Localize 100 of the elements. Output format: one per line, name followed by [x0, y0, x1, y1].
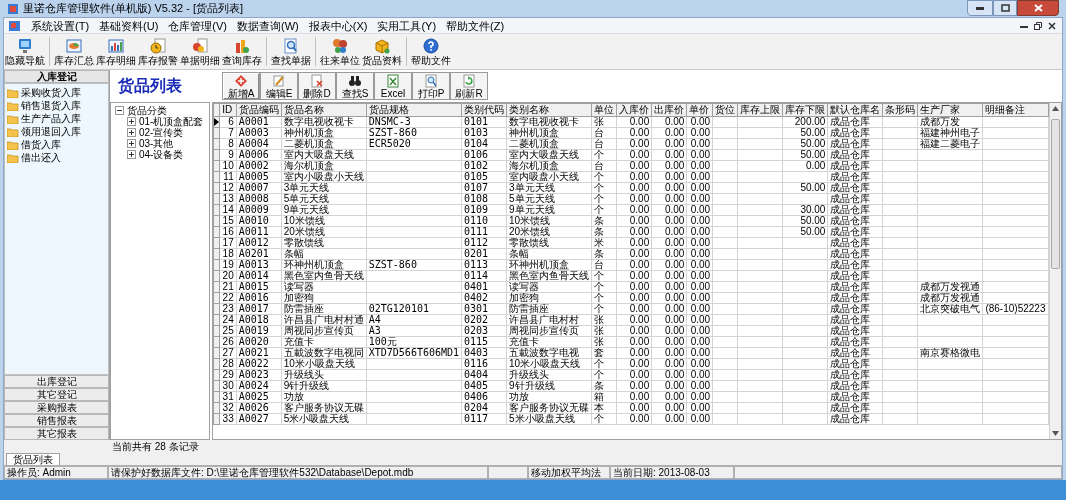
toolbar-button[interactable]: 帮助文件 [410, 34, 452, 69]
column-header[interactable]: 货品编码 [236, 103, 282, 117]
table-cell: 环神州机顶盒 [506, 259, 592, 271]
tree-node[interactable]: 03-其他 [139, 138, 174, 149]
column-header[interactable]: 出库价 [651, 103, 687, 117]
table-cell: 0.00 [686, 314, 713, 326]
action-button[interactable]: 编辑E [260, 72, 298, 100]
column-header[interactable]: 类别代码 [461, 103, 507, 117]
column-header[interactable]: 默认仓库名 [827, 103, 883, 117]
folder-icon [7, 152, 19, 163]
nav-item[interactable]: 领用退回入库 [21, 125, 81, 138]
column-header[interactable]: 入库价 [616, 103, 652, 117]
column-header[interactable]: 类别名称 [506, 103, 592, 117]
table-cell: 0.00 [616, 347, 652, 359]
table-cell: 50.00 [782, 215, 828, 227]
column-header[interactable]: 单位 [591, 103, 617, 117]
column-header[interactable]: 库存上限 [737, 103, 783, 117]
table-cell: A3 [366, 325, 462, 337]
table-cell: 0.00 [686, 215, 713, 227]
table-cell: 0.00 [651, 391, 687, 403]
table-cell: 19 [219, 259, 237, 271]
nav-section-header[interactable]: 出库登记 [4, 375, 109, 388]
menu-item[interactable]: 数据查询(W) [232, 18, 304, 33]
table-cell: 条 [591, 248, 617, 260]
toolbar-button[interactable]: 隐藏导航 [4, 34, 46, 69]
table-cell: 0106 [461, 149, 507, 161]
table-cell: 0.00 [782, 160, 828, 172]
table-cell: A0026 [236, 402, 282, 414]
nav-item[interactable]: 借出还入 [21, 151, 61, 164]
toolbar-button[interactable]: 单据明细 [179, 34, 221, 69]
table-cell: 27 [219, 347, 237, 359]
nav-section-header[interactable]: 销售报表 [4, 414, 109, 427]
column-header[interactable]: 货品名称 [281, 103, 367, 117]
column-header[interactable]: 生产厂家 [917, 103, 983, 117]
toolbar-button[interactable]: 货品资料 [361, 34, 403, 69]
nav-item[interactable]: 生产产品入库 [21, 112, 81, 125]
menu-item[interactable]: 仓库管理(V) [163, 18, 232, 33]
menu-item[interactable]: 基础资料(U) [94, 18, 164, 33]
menu-item[interactable]: 帮助文件(Z) [441, 18, 510, 33]
action-button[interactable]: 新增A [222, 72, 260, 100]
table-cell: 0.00 [651, 182, 687, 194]
column-header[interactable]: 货品规格 [366, 103, 462, 117]
table-cell: 0.00 [686, 259, 713, 271]
toolbar-button[interactable]: 查找单据 [270, 34, 312, 69]
minimize-icon [976, 6, 984, 10]
table-cell: 读写器 [506, 281, 592, 293]
tree-node[interactable]: 04-设备类 [139, 149, 184, 160]
tree-node[interactable]: 01-机顶盒配套 [139, 116, 204, 127]
table-cell: 0405 [461, 380, 507, 392]
table-cell: 14 [219, 204, 237, 216]
tree-node[interactable]: 02-宣传类 [139, 127, 184, 138]
table-cell: 个 [591, 182, 617, 194]
menu-item[interactable]: 系统设置(T) [26, 18, 95, 33]
action-button[interactable]: 查找S [336, 72, 374, 100]
maximize-button[interactable] [993, 0, 1017, 16]
table-cell: A0027 [236, 413, 282, 425]
table-cell: 9针升级线 [281, 380, 367, 392]
menu-item[interactable]: 报表中心(X) [303, 18, 373, 33]
action-button[interactable]: 刷新R [450, 72, 488, 100]
row-header[interactable] [213, 116, 220, 128]
column-header[interactable]: 明细备注 [982, 103, 1049, 117]
column-header[interactable]: 库存下限 [782, 103, 828, 117]
nav-section-header[interactable]: 入库登记 [4, 70, 109, 83]
nav-item[interactable]: 销售退货入库 [21, 99, 81, 112]
nav-section-header[interactable]: 采购报表 [4, 401, 109, 414]
table-cell: 0403 [461, 347, 507, 359]
column-header[interactable]: 条形码 [882, 103, 918, 117]
table-cell: 0.00 [686, 347, 713, 359]
nav-item[interactable]: 借货入库 [21, 138, 61, 151]
minimize-button[interactable] [967, 0, 993, 16]
table-cell: 升级线头 [506, 369, 592, 381]
column-header[interactable]: 货位 [712, 103, 738, 117]
action-button[interactable]: 打印P [412, 72, 450, 100]
nav-section-header[interactable]: 其它报表 [4, 427, 109, 440]
table-cell: 0.00 [686, 237, 713, 249]
table-cell: 个 [591, 281, 617, 293]
table-cell: 条 [591, 215, 617, 227]
table-cell: A0017 [236, 303, 282, 315]
table-cell: 0.00 [616, 226, 652, 238]
table-cell: 台 [591, 160, 617, 172]
action-button[interactable]: Excel [374, 72, 412, 100]
close-button[interactable] [1017, 0, 1059, 16]
scroll-down-icon [1052, 431, 1059, 436]
table-cell: 9单元天线 [506, 204, 592, 216]
nav-section-header[interactable]: 其它登记 [4, 388, 109, 401]
pencil-icon [272, 73, 286, 88]
scrollbar[interactable] [1049, 103, 1061, 439]
toolbar-button[interactable]: 查询库存 [221, 34, 263, 69]
menu-item[interactable]: 实用工具(Y) [372, 18, 442, 33]
toolbar-button[interactable]: 库存明细 [95, 34, 137, 69]
toolbar-button[interactable]: 库存汇总 [53, 34, 95, 69]
action-button[interactable]: 删除D [298, 72, 336, 100]
tree-node[interactable]: 货品分类 [127, 105, 167, 116]
nav-item[interactable]: 采购收货入库 [21, 86, 81, 99]
table-cell: 30 [219, 380, 237, 392]
toolbar-button[interactable]: 往来单位 [319, 34, 361, 69]
column-header[interactable]: 单价 [686, 103, 713, 117]
document-tab[interactable]: 货品列表 [6, 453, 60, 465]
table-cell: 0.00 [686, 358, 713, 370]
toolbar-button[interactable]: 库存报警 [137, 34, 179, 69]
